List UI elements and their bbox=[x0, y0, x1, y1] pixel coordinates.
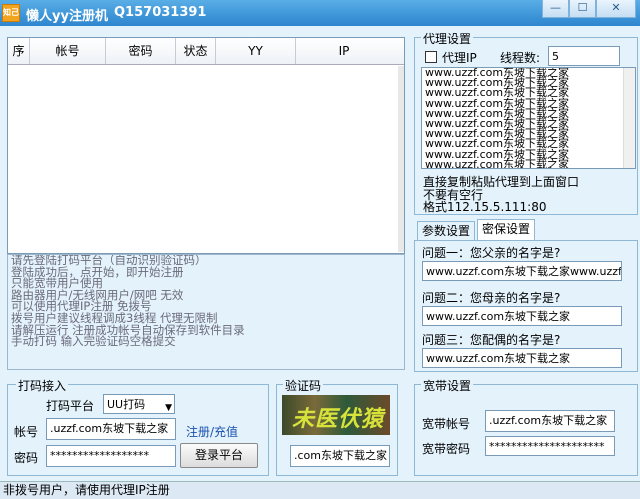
captcha-platform-legend: 打码接入 bbox=[16, 377, 69, 394]
grid-header: 序 帐号 密码 状态 YY IP bbox=[8, 38, 404, 65]
security-q3-label: 问题三：您配偶的名字是? bbox=[422, 333, 561, 347]
use-proxy-checkbox[interactable] bbox=[425, 51, 437, 63]
account-label: 帐号 bbox=[14, 425, 39, 439]
captcha-image-text: 未医伏猿 bbox=[292, 407, 385, 432]
log-area: 请先登陆打码平台（自动识别验证码） 登陆成功后，点开始，即开始注册 只能宽带用户… bbox=[7, 254, 405, 370]
broadband-account-field[interactable]: .uzzf.com东坡下载之家 bbox=[485, 410, 615, 432]
security-q1-field[interactable]: www.uzzf.com东坡下载之家www.uzzf.com bbox=[422, 261, 622, 281]
platform-select-value: UU打码 bbox=[107, 398, 146, 411]
broadband-password-label: 宽带密码 bbox=[422, 442, 471, 456]
proxy-list-scrollbar[interactable] bbox=[623, 68, 635, 168]
platform-password-field[interactable]: ****************** bbox=[46, 445, 176, 467]
grid-scrollbar[interactable] bbox=[398, 66, 404, 252]
security-q2-field[interactable]: www.uzzf.com东坡下载之家 bbox=[422, 306, 622, 326]
chevron-down-icon: ▼ bbox=[165, 403, 172, 413]
status-bar: 非拨号用户，请使用代理IP注册 bbox=[0, 481, 640, 499]
title-bar[interactable]: 知己 懒人yy注册机 Q157031391 — ☐ ✕ bbox=[0, 0, 640, 26]
broadband-account-label: 宽带帐号 bbox=[422, 417, 471, 431]
platform-select[interactable]: UU打码 ▼ bbox=[103, 394, 175, 414]
status-text: 非拨号用户，请使用代理IP注册 bbox=[3, 483, 170, 497]
proxy-list-textarea[interactable]: www.uzzf.com东坡下载之家 www.uzzf.com东坡下载之家 ww… bbox=[421, 67, 636, 169]
threads-label: 线程数: bbox=[500, 51, 541, 65]
captcha-image[interactable]: 未医伏猿 bbox=[282, 395, 390, 435]
broadband-legend: 宽带设置 bbox=[421, 377, 474, 394]
security-q3-field[interactable]: www.uzzf.com东坡下载之家 bbox=[422, 348, 622, 368]
security-q2-label: 问题二：您母亲的名字是? bbox=[422, 291, 561, 305]
proxy-hint-format: 格式112.15.5.111:80 bbox=[423, 200, 547, 214]
tab-security[interactable]: 密保设置 bbox=[477, 219, 536, 241]
proxy-settings-legend: 代理设置 bbox=[421, 30, 474, 47]
verify-code-legend: 验证码 bbox=[283, 377, 324, 394]
login-platform-button[interactable]: 登录平台 bbox=[180, 443, 258, 468]
broadband-password-field[interactable]: ********************* bbox=[485, 436, 615, 456]
security-q1-label: 问题一：您父亲的名字是? bbox=[422, 246, 561, 260]
register-recharge-link[interactable]: 注册/充值 bbox=[186, 423, 238, 440]
col-password[interactable]: 密码 bbox=[106, 38, 176, 64]
platform-account-field[interactable]: .uzzf.com东坡下载之家 bbox=[46, 418, 176, 440]
col-account[interactable]: 帐号 bbox=[30, 38, 106, 64]
log-line: 手动打码 输入完验证码空格提交 bbox=[11, 334, 176, 349]
captcha-input[interactable]: .com东坡下载之家 bbox=[290, 445, 390, 467]
use-proxy-label: 代理IP bbox=[442, 51, 477, 65]
account-grid[interactable]: 序 帐号 密码 状态 YY IP bbox=[7, 37, 405, 254]
app-icon: 知己 bbox=[2, 4, 20, 22]
window-qq: Q157031391 bbox=[114, 5, 207, 20]
threads-field[interactable]: 5 bbox=[548, 46, 620, 66]
window-title: 懒人yy注册机 bbox=[26, 9, 108, 24]
proxy-line: www.uzzf.com东坡下载之家 bbox=[425, 157, 570, 169]
platform-label: 打码平台 bbox=[46, 399, 95, 413]
col-ip[interactable]: IP bbox=[296, 38, 392, 64]
close-icon[interactable]: ✕ bbox=[596, 0, 636, 18]
col-index[interactable]: 序 bbox=[8, 38, 30, 64]
tab-params[interactable]: 参数设置 bbox=[417, 221, 476, 241]
password-label: 密码 bbox=[14, 451, 39, 465]
col-yy[interactable]: YY bbox=[216, 38, 296, 64]
col-status[interactable]: 状态 bbox=[176, 38, 216, 64]
maximize-icon[interactable]: ☐ bbox=[569, 0, 596, 18]
minimize-icon[interactable]: — bbox=[542, 0, 569, 18]
